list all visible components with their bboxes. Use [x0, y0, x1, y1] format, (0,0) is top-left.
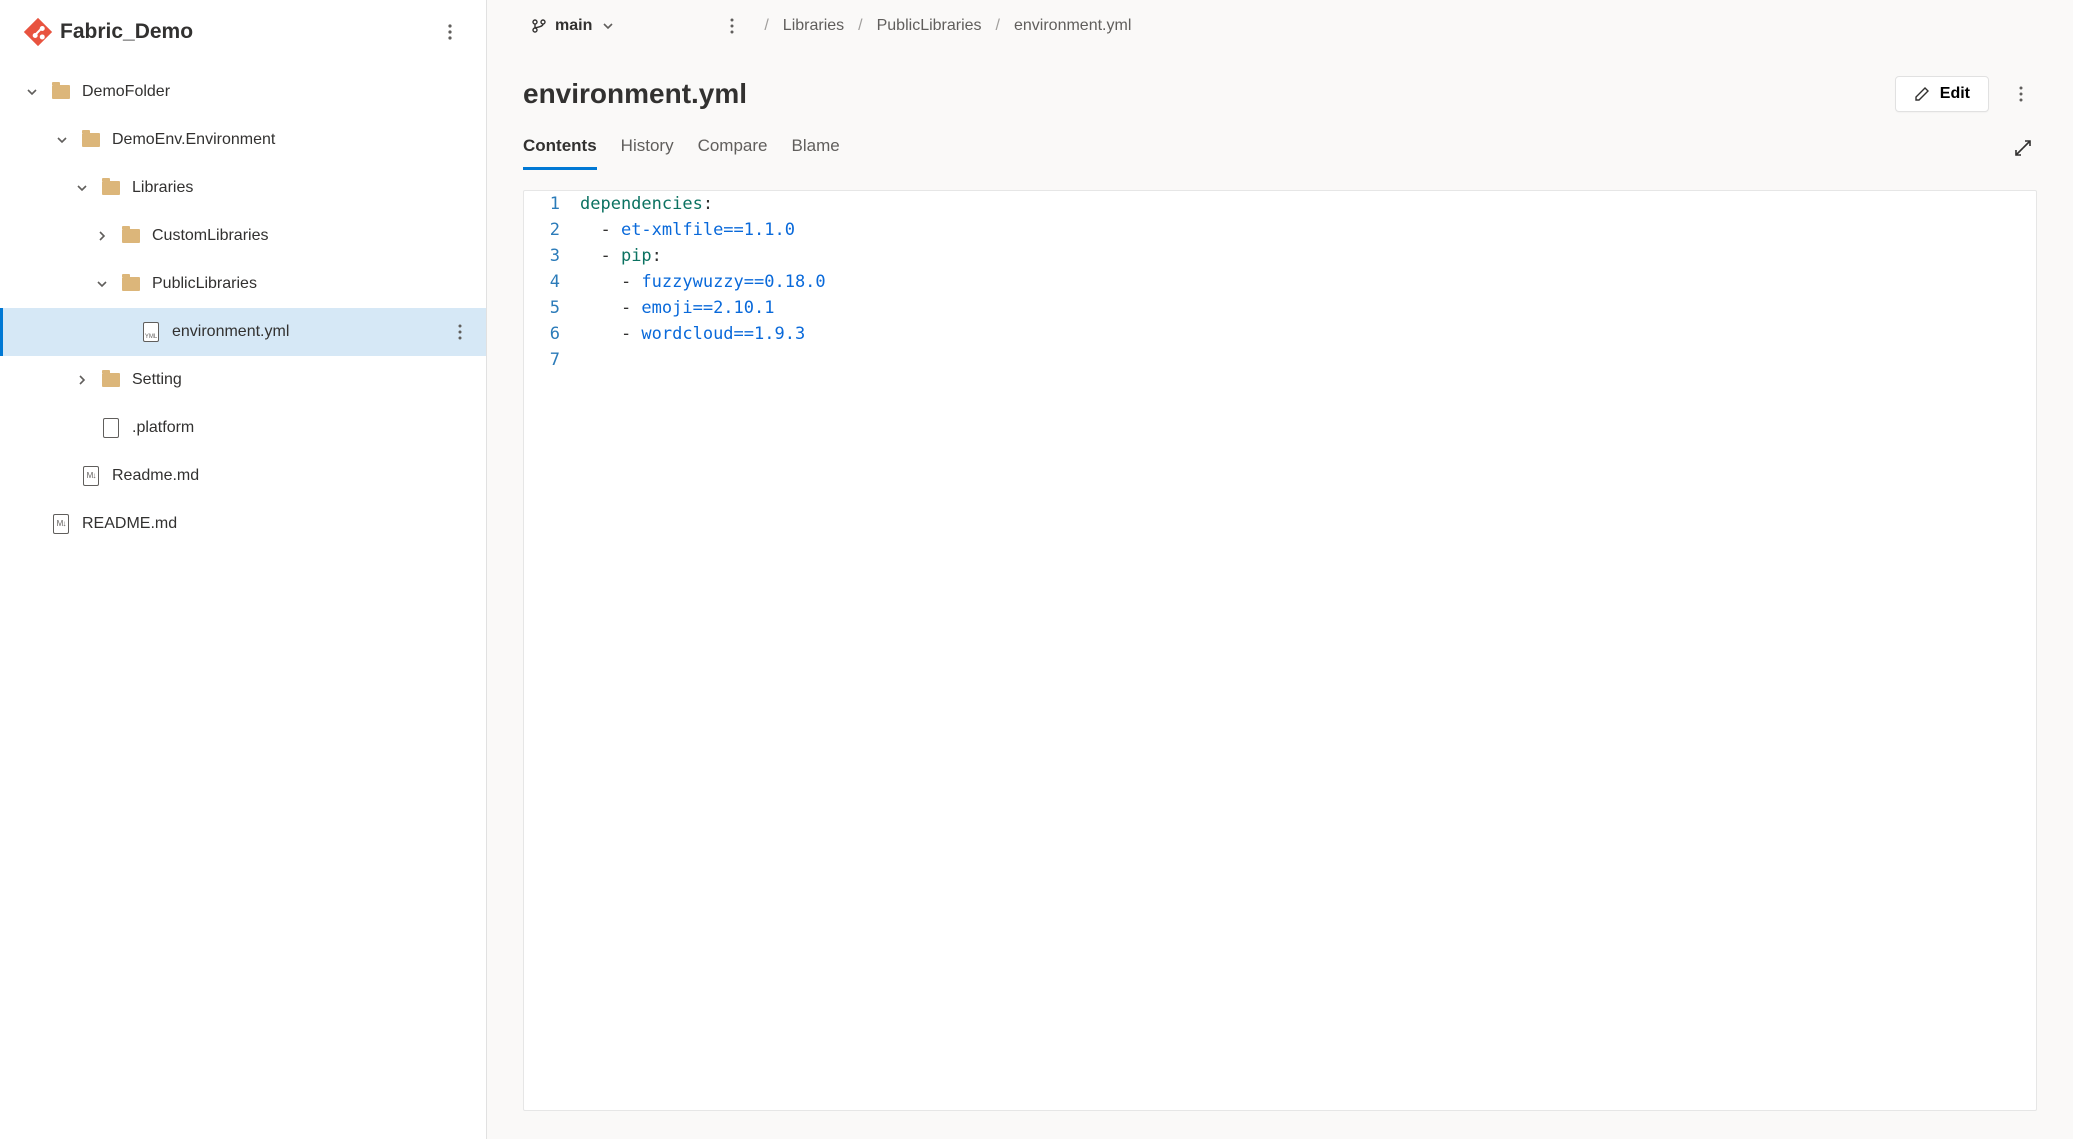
tab-contents[interactable]: Contents	[523, 136, 597, 170]
folder-icon	[102, 181, 120, 195]
pencil-icon	[1914, 86, 1930, 102]
code-line: 1 dependencies:	[524, 191, 2036, 217]
markdown-file-icon	[53, 514, 69, 534]
tree-label: CustomLibraries	[152, 227, 474, 245]
tree-label: Setting	[132, 371, 474, 389]
file-tabs: Contents History Compare Blame	[487, 112, 2073, 172]
tree-label: README.md	[82, 515, 474, 533]
code-line: 6 - wordcloud==1.9.3	[524, 321, 2036, 347]
line-number: 5	[524, 295, 572, 321]
tree-folder-libraries[interactable]: Libraries	[0, 164, 486, 212]
line-number: 4	[524, 269, 572, 295]
repo-name: Fabric_Demo	[60, 20, 193, 44]
tree-label: Libraries	[132, 179, 474, 197]
tree-folder-publiclibraries[interactable]: PublicLibraries	[0, 260, 486, 308]
branch-icon	[531, 18, 547, 34]
tree-folder-customlibraries[interactable]: CustomLibraries	[0, 212, 486, 260]
fullscreen-button[interactable]	[2009, 134, 2037, 162]
chevron-down-icon	[16, 84, 48, 100]
tree-label: Readme.md	[112, 467, 474, 485]
branch-picker[interactable]: main	[523, 13, 624, 39]
breadcrumb-publiclibraries[interactable]: PublicLibraries	[877, 17, 982, 35]
tree-label: DemoFolder	[82, 83, 474, 101]
line-number: 6	[524, 321, 572, 347]
breadcrumb-sep: /	[996, 17, 1000, 35]
tree-file-platform[interactable]: .platform	[0, 404, 486, 452]
tab-blame[interactable]: Blame	[792, 136, 840, 170]
markdown-file-icon	[83, 466, 99, 486]
line-number: 2	[524, 217, 572, 243]
file-header: environment.yml Edit	[487, 52, 2073, 112]
chevron-right-icon	[66, 372, 98, 388]
file-tree-sidebar: Fabric_Demo DemoFolder DemoEnv.Environme…	[0, 0, 487, 1139]
tree-file-readme-lower[interactable]: Readme.md	[0, 452, 486, 500]
code-table: 1 dependencies: 2 - et-xmlfile==1.1.0 3 …	[524, 191, 2036, 373]
chevron-down-icon	[66, 180, 98, 196]
tree-label: DemoEnv.Environment	[112, 131, 474, 149]
chevron-down-icon	[86, 276, 118, 292]
code-line: 2 - et-xmlfile==1.1.0	[524, 217, 2036, 243]
tree-folder-demofolder[interactable]: DemoFolder	[0, 68, 486, 116]
app-root: Fabric_Demo DemoFolder DemoEnv.Environme…	[0, 0, 2073, 1139]
code-line: 7	[524, 347, 2036, 373]
breadcrumb-environment-yml[interactable]: environment.yml	[1014, 17, 1131, 35]
repo-more-button[interactable]	[434, 16, 466, 48]
tree-file-readme-upper[interactable]: README.md	[0, 500, 486, 548]
folder-icon	[122, 277, 140, 291]
folder-icon	[102, 373, 120, 387]
line-number: 3	[524, 243, 572, 269]
tab-compare[interactable]: Compare	[698, 136, 768, 170]
file-title: environment.yml	[523, 78, 1895, 110]
folder-icon	[82, 133, 100, 147]
topbar-more-button[interactable]	[716, 10, 748, 42]
tree-label: .platform	[132, 419, 474, 437]
file-icon	[103, 418, 119, 438]
breadcrumb-sep: /	[858, 17, 862, 35]
tree-folder-demoenv[interactable]: DemoEnv.Environment	[0, 116, 486, 164]
chevron-right-icon	[86, 228, 118, 244]
chevron-down-icon	[600, 18, 616, 34]
folder-icon	[52, 85, 70, 99]
tab-history[interactable]: History	[621, 136, 674, 170]
topbar: main / Libraries / PublicLibraries / env…	[487, 0, 2073, 52]
branch-name: main	[555, 17, 592, 35]
breadcrumb: / Libraries / PublicLibraries / environm…	[764, 17, 1131, 35]
tree-file-environment-yml[interactable]: environment.yml	[0, 308, 486, 356]
tree-folder-setting[interactable]: Setting	[0, 356, 486, 404]
code-line: 3 - pip:	[524, 243, 2036, 269]
yml-file-icon	[143, 322, 159, 342]
chevron-down-icon	[46, 132, 78, 148]
edit-button[interactable]: Edit	[1895, 76, 1989, 112]
breadcrumb-libraries[interactable]: Libraries	[783, 17, 844, 35]
repo-header: Fabric_Demo	[0, 0, 486, 64]
edit-button-label: Edit	[1940, 85, 1970, 103]
file-more-button[interactable]	[2005, 78, 2037, 110]
main-content: main / Libraries / PublicLibraries / env…	[487, 0, 2073, 1139]
line-number: 7	[524, 347, 572, 373]
expand-icon	[2014, 139, 2032, 157]
git-icon	[24, 18, 52, 46]
line-number: 1	[524, 191, 572, 217]
tree-label: PublicLibraries	[152, 275, 474, 293]
code-line: 4 - fuzzywuzzy==0.18.0	[524, 269, 2036, 295]
tree-label: environment.yml	[172, 323, 446, 341]
file-tree: DemoFolder DemoEnv.Environment Libraries…	[0, 64, 486, 552]
repo-title-wrap: Fabric_Demo	[28, 20, 434, 44]
code-line: 5 - emoji==2.10.1	[524, 295, 2036, 321]
code-editor[interactable]: 1 dependencies: 2 - et-xmlfile==1.1.0 3 …	[523, 190, 2037, 1111]
breadcrumb-sep: /	[764, 17, 768, 35]
folder-icon	[122, 229, 140, 243]
tree-row-more-button[interactable]	[446, 318, 474, 346]
